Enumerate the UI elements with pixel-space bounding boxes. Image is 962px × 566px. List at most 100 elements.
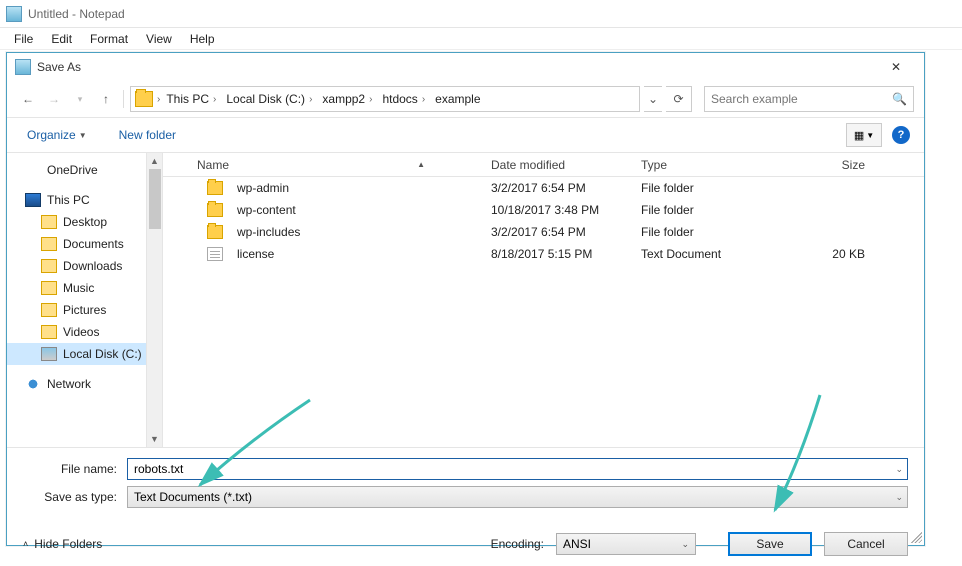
chevron-down-icon[interactable]: ⌄: [895, 492, 903, 503]
file-type: File folder: [633, 181, 793, 195]
chevron-icon[interactable]: ›: [213, 94, 216, 105]
chevron-icon[interactable]: ›: [422, 94, 425, 105]
file-row[interactable]: wp-admin 3/2/2017 6:54 PMFile folder: [163, 177, 924, 199]
menu-edit[interactable]: Edit: [43, 30, 80, 48]
folder-icon: [41, 215, 57, 229]
file-date: 10/18/2017 3:48 PM: [483, 203, 633, 217]
nav-item-local-disk-c-[interactable]: Local Disk (C:): [7, 343, 162, 365]
nav-item-label: Documents: [63, 237, 124, 251]
folder-icon: [207, 203, 223, 217]
nav-item-music[interactable]: Music: [7, 277, 162, 299]
help-button[interactable]: ?: [892, 126, 910, 144]
column-header-row: Name▲ Date modified Type Size: [163, 153, 924, 177]
resize-grip[interactable]: [908, 529, 922, 543]
column-header-name[interactable]: Name▲: [163, 158, 483, 172]
refresh-button[interactable]: ⟳: [666, 86, 692, 112]
menu-help[interactable]: Help: [182, 30, 223, 48]
nav-item-this-pc[interactable]: This PC: [7, 189, 162, 211]
file-date: 3/2/2017 6:54 PM: [483, 181, 633, 195]
file-pane: Name▲ Date modified Type Size wp-admin 3/…: [163, 153, 924, 447]
notepad-icon: [6, 6, 22, 22]
column-header-size[interactable]: Size: [793, 158, 873, 172]
chevron-icon[interactable]: ›: [369, 94, 372, 105]
column-header-type[interactable]: Type: [633, 158, 793, 172]
file-date: 8/18/2017 5:15 PM: [483, 247, 633, 261]
organize-button[interactable]: Organize▼: [21, 124, 93, 146]
savetype-value: Text Documents (*.txt): [134, 490, 252, 504]
scroll-thumb[interactable]: [149, 169, 161, 229]
folder-icon: [41, 281, 57, 295]
file-row[interactable]: license8/18/2017 5:15 PMText Document20 …: [163, 243, 924, 265]
breadcrumb-item: htdocs›: [378, 88, 429, 110]
back-button[interactable]: ←: [17, 88, 39, 110]
view-options-button[interactable]: ▦ ▼: [846, 123, 882, 147]
cancel-button[interactable]: Cancel: [824, 532, 908, 556]
nav-item-network[interactable]: Network: [7, 373, 162, 395]
menu-view[interactable]: View: [138, 30, 180, 48]
folder-icon: [135, 91, 153, 107]
folder-icon: [41, 303, 57, 317]
button-row: ˄ Hide Folders Encoding: ANSI ⌄ Save Can…: [7, 518, 924, 566]
view-icon: ▦: [854, 129, 864, 142]
nav-scrollbar[interactable]: ▲ ▼: [146, 153, 162, 447]
chevron-down-icon: ▼: [79, 131, 87, 140]
filename-input[interactable]: [134, 462, 901, 476]
encoding-label: Encoding:: [491, 537, 544, 551]
save-as-dialog: Save As ✕ ← → ▾ ↑ › This PC› Local Disk …: [6, 52, 925, 546]
nav-item-downloads[interactable]: Downloads: [7, 255, 162, 277]
file-name: wp-admin: [237, 181, 289, 195]
file-type: File folder: [633, 203, 793, 217]
breadcrumb-item: This PC›: [162, 88, 220, 110]
filename-field[interactable]: ⌄: [127, 458, 908, 480]
nav-item-onedrive[interactable]: OneDrive: [7, 159, 162, 181]
savetype-combo[interactable]: Text Documents (*.txt) ⌄: [127, 486, 908, 508]
scroll-up-arrow[interactable]: ▲: [147, 153, 162, 169]
encoding-combo[interactable]: ANSI ⌄: [556, 533, 696, 555]
close-icon: ✕: [891, 60, 901, 74]
dialog-titlebar: Save As ✕: [7, 53, 924, 81]
folder-icon: [41, 259, 57, 273]
sort-arrow-icon: ▲: [417, 160, 425, 169]
nav-item-pictures[interactable]: Pictures: [7, 299, 162, 321]
save-button[interactable]: Save: [728, 532, 812, 556]
document-icon: [207, 247, 223, 261]
nav-item-label: OneDrive: [47, 163, 98, 177]
nav-item-desktop[interactable]: Desktop: [7, 211, 162, 233]
file-list: wp-admin3/2/2017 6:54 PMFile folderwp-co…: [163, 177, 924, 447]
menu-file[interactable]: File: [6, 30, 41, 48]
chevron-down-icon[interactable]: ⌄: [681, 539, 689, 550]
file-row[interactable]: wp-includes3/2/2017 6:54 PMFile folder: [163, 221, 924, 243]
caret-up-icon: ˄: [23, 539, 28, 549]
nav-item-documents[interactable]: Documents: [7, 233, 162, 255]
chevron-icon[interactable]: ›: [157, 94, 160, 105]
recent-dropdown[interactable]: ▾: [69, 88, 91, 110]
search-box[interactable]: 🔍: [704, 86, 914, 112]
search-icon: 🔍: [892, 92, 907, 106]
breadcrumb-item: Local Disk (C:)›: [222, 88, 316, 110]
cloud-icon: [25, 163, 41, 177]
nav-separator: [123, 90, 124, 108]
nav-item-label: Downloads: [63, 259, 122, 273]
menu-format[interactable]: Format: [82, 30, 136, 48]
forward-button[interactable]: →: [43, 88, 65, 110]
nav-item-label: This PC: [47, 193, 90, 207]
file-row[interactable]: wp-content10/18/2017 3:48 PMFile folder: [163, 199, 924, 221]
new-folder-button[interactable]: New folder: [113, 124, 182, 146]
notepad-title: Untitled - Notepad: [28, 7, 125, 21]
chevron-down-icon: ▼: [866, 131, 874, 140]
search-input[interactable]: [711, 92, 892, 106]
chevron-icon[interactable]: ›: [309, 94, 312, 105]
column-header-date[interactable]: Date modified: [483, 158, 633, 172]
folder-icon: [41, 325, 57, 339]
close-button[interactable]: ✕: [876, 54, 916, 80]
net-icon: [25, 377, 41, 391]
up-button[interactable]: ↑: [95, 88, 117, 110]
nav-item-videos[interactable]: Videos: [7, 321, 162, 343]
form-area: File name: ⌄ Save as type: Text Document…: [7, 447, 924, 518]
chevron-down-icon[interactable]: ⌄: [895, 464, 903, 475]
scroll-down-arrow[interactable]: ▼: [147, 431, 162, 447]
hide-folders-button[interactable]: ˄ Hide Folders: [23, 537, 102, 551]
breadcrumb-bar[interactable]: › This PC› Local Disk (C:)› xampp2› htdo…: [130, 86, 640, 112]
file-type: File folder: [633, 225, 793, 239]
address-dropdown[interactable]: ⌄: [644, 86, 662, 112]
